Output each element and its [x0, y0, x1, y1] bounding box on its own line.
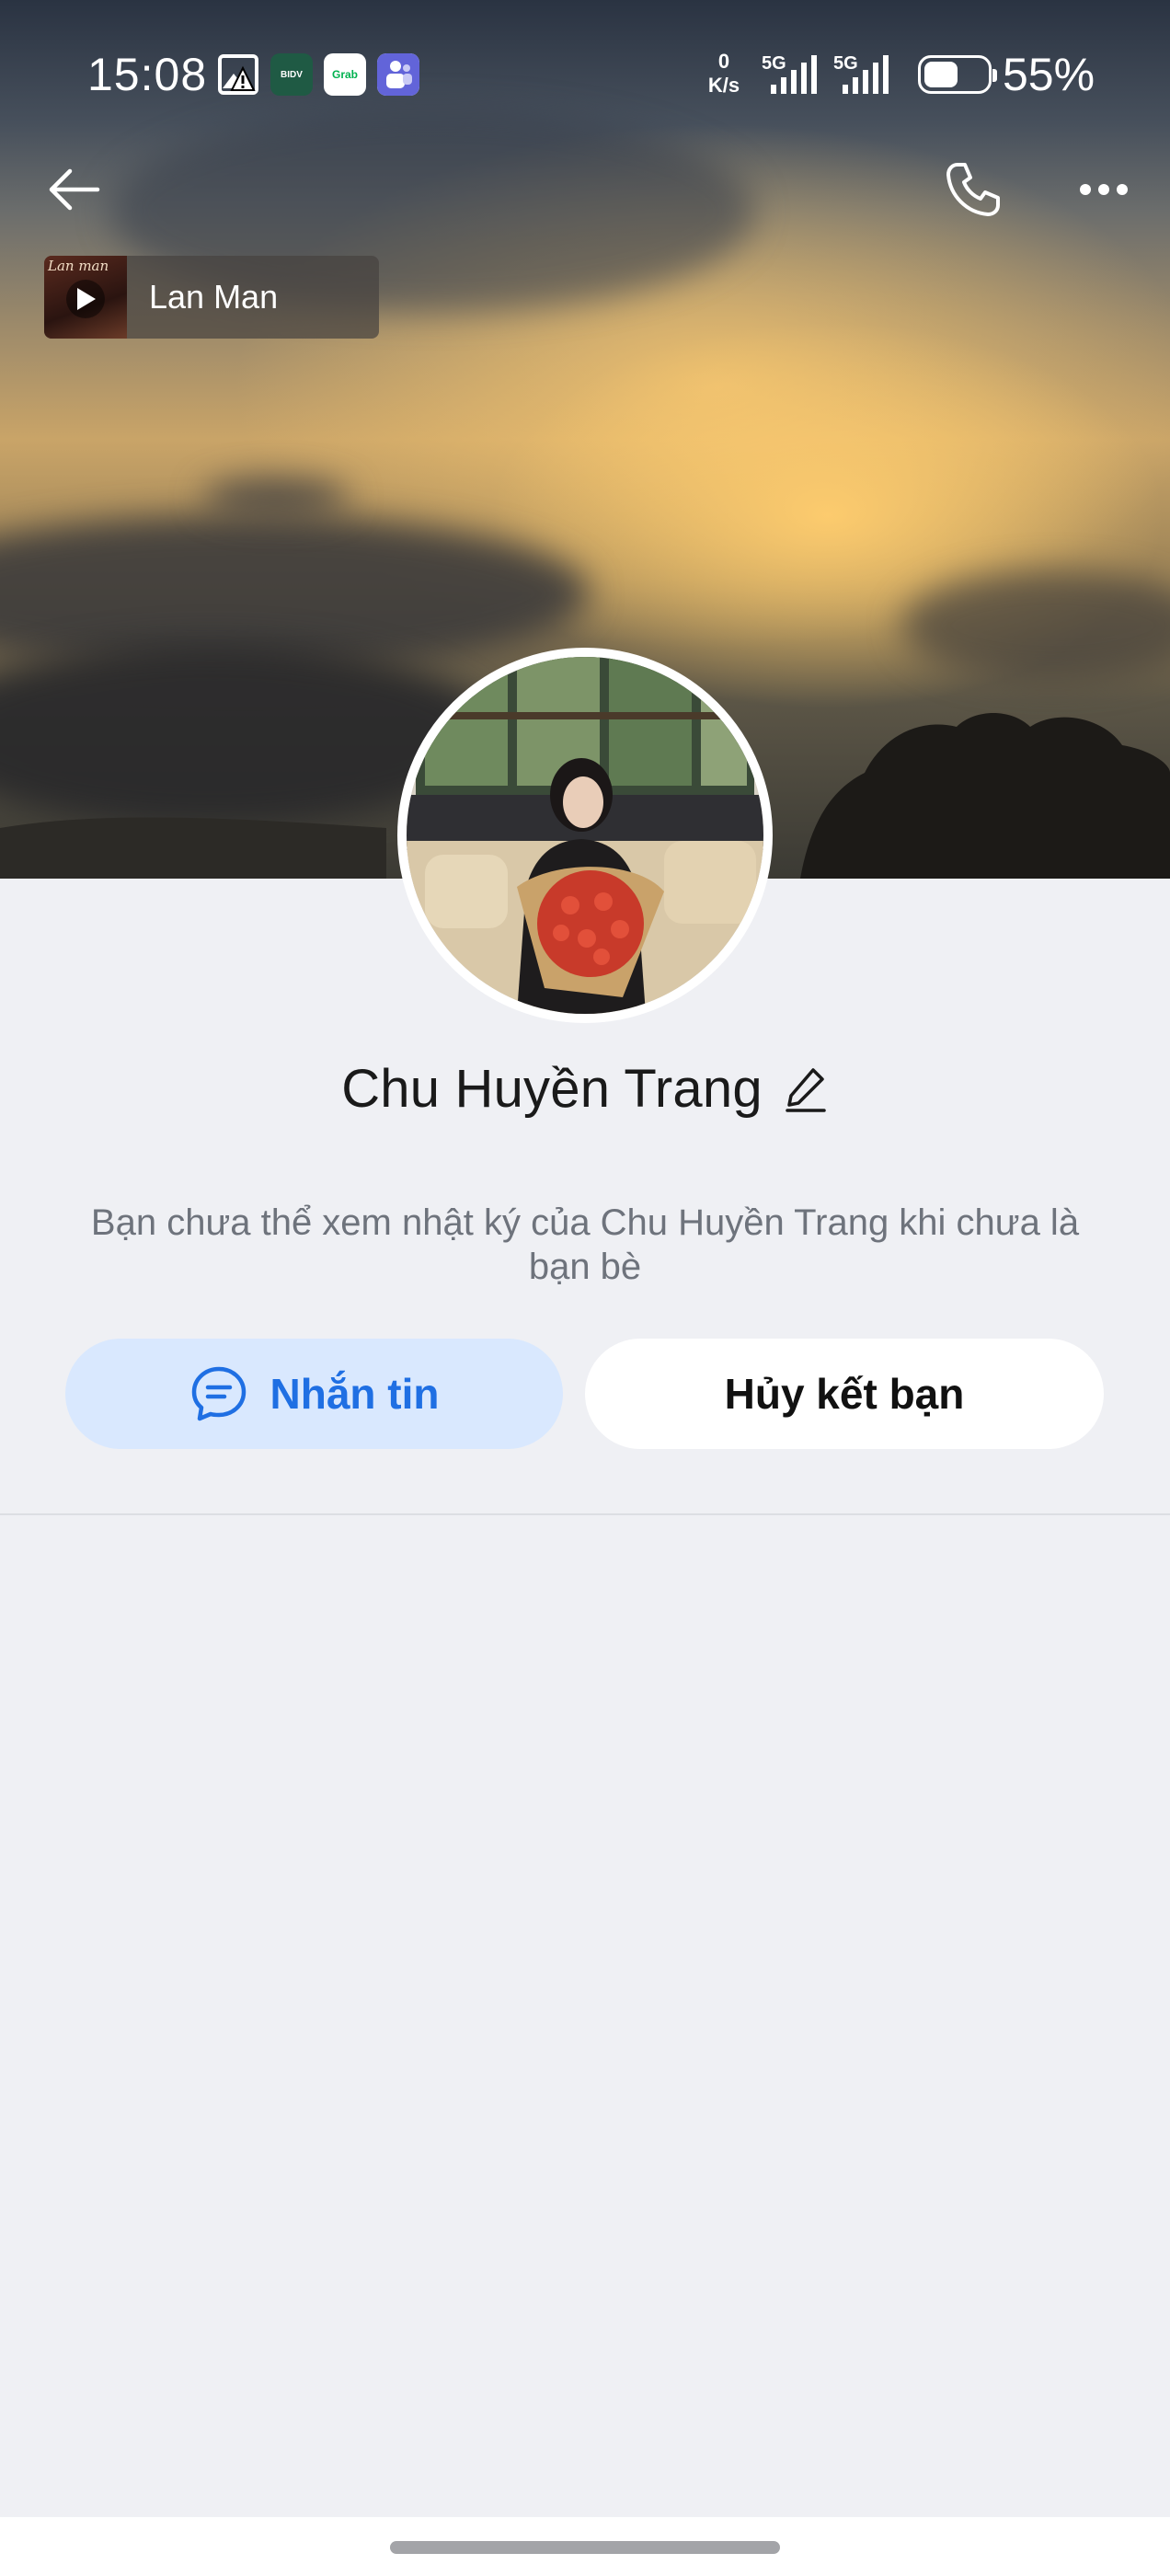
profile-avatar[interactable]	[397, 648, 773, 1023]
unfriend-button-label: Hủy kết bạn	[724, 1370, 965, 1418]
profile-name: Chu Huyền Trang	[341, 1059, 763, 1119]
status-app-icons: BIDV Grab	[217, 53, 419, 96]
diary-restriction-notice: Bạn chưa thể xem nhật ký của Chu Huyền T…	[90, 1202, 1080, 1287]
home-indicator[interactable]	[390, 2541, 780, 2554]
phone-icon	[946, 163, 1000, 216]
call-button[interactable]	[936, 155, 1010, 224]
bidv-app-icon: BIDV	[270, 53, 313, 96]
teams-app-icon	[377, 53, 419, 96]
profile-name-row: Chu Huyền Trang	[0, 1058, 1170, 1120]
network-speed-unit: K/s	[707, 74, 740, 97]
status-bar: 15:08 BIDV Grab 0 K/s 5G 5G 55%	[0, 0, 1170, 147]
pencil-icon	[786, 1067, 826, 1112]
more-button[interactable]	[1067, 156, 1141, 223]
network-speed: 0 K/s	[701, 50, 747, 98]
music-cover-text: Lan man	[48, 258, 109, 274]
arrow-left-icon	[49, 168, 100, 211]
section-divider	[0, 1513, 1170, 1515]
battery-fill	[924, 62, 958, 87]
profile-music-chip[interactable]: Lan man Lan Man	[44, 256, 379, 339]
unfriend-button[interactable]: Hủy kết bạn	[585, 1339, 1104, 1449]
chat-bubble-icon	[191, 1366, 246, 1421]
music-title: Lan Man	[149, 278, 279, 316]
status-time: 15:08	[87, 49, 208, 100]
message-button-label: Nhắn tin	[270, 1370, 440, 1418]
battery-icon	[918, 55, 997, 94]
music-cover-art: Lan man	[44, 256, 127, 339]
battery-percent: 55%	[1003, 49, 1095, 100]
message-button[interactable]: Nhắn tin	[65, 1339, 563, 1449]
more-horizontal-icon	[1080, 184, 1128, 195]
avatar-photo	[407, 657, 763, 1014]
edit-name-button[interactable]	[783, 1064, 829, 1115]
network-speed-value: 0	[717, 50, 730, 73]
back-button[interactable]	[37, 156, 110, 223]
gallery-alert-icon	[217, 53, 259, 96]
grab-app-icon: Grab	[324, 53, 366, 96]
play-icon[interactable]	[66, 280, 105, 318]
